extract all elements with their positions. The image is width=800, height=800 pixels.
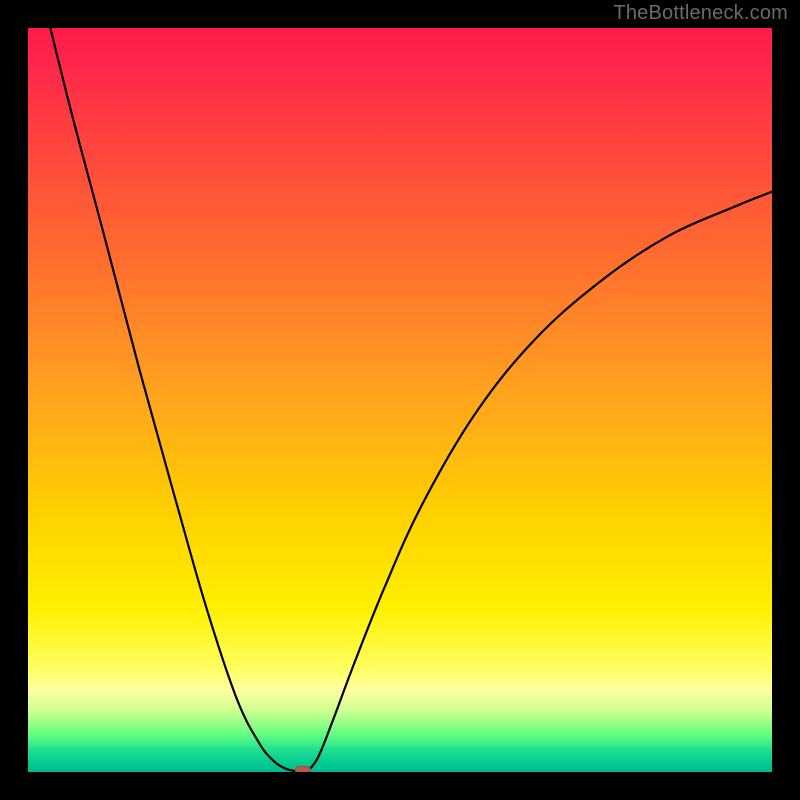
optimum-marker	[295, 766, 311, 772]
plot-area	[28, 28, 772, 772]
curve-layer	[28, 28, 772, 772]
chart-frame: TheBottleneck.com	[0, 0, 800, 800]
watermark-text: TheBottleneck.com	[613, 2, 788, 25]
curve-right	[307, 192, 772, 772]
curve-left	[50, 28, 299, 772]
